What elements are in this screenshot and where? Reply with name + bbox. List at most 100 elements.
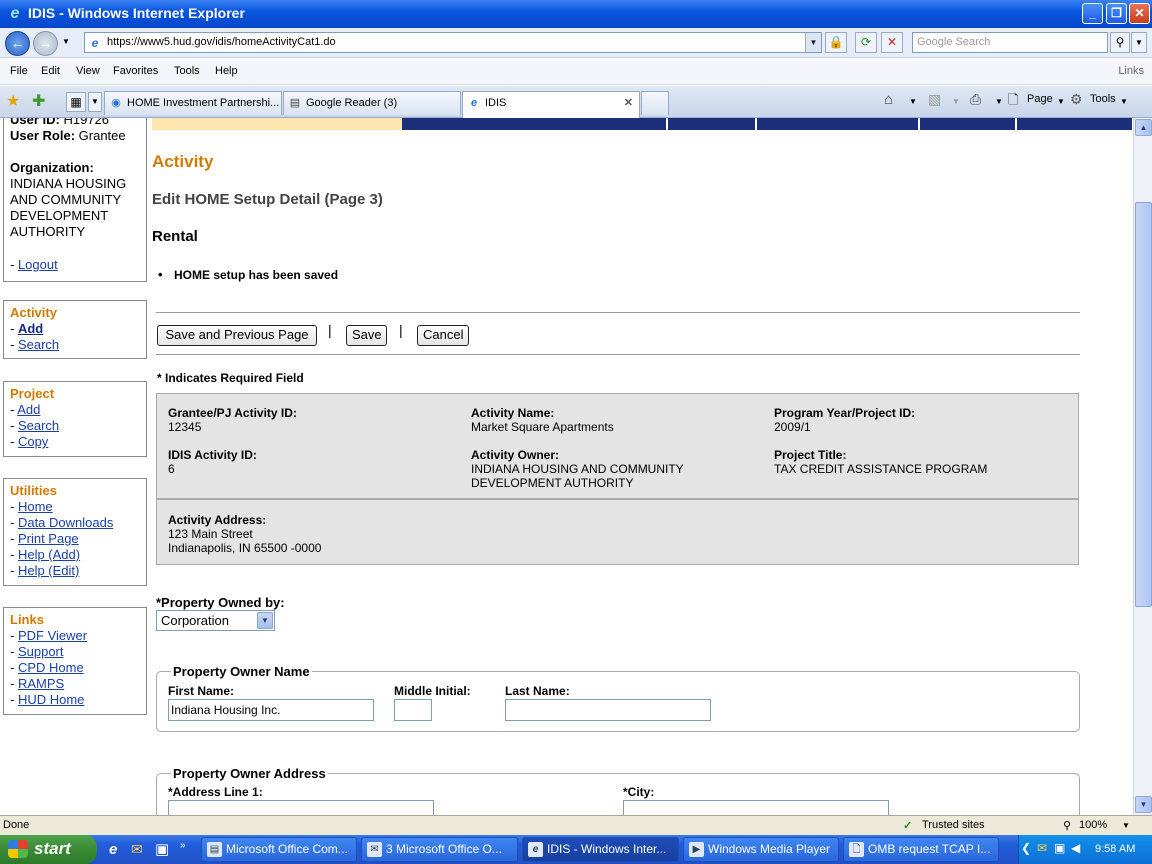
- menu-file[interactable]: File: [10, 65, 28, 77]
- feeds-dropdown-icon[interactable]: ▼: [952, 97, 960, 106]
- save-previous-button[interactable]: Save and Previous Page: [157, 325, 317, 346]
- lock-icon[interactable]: 🔒: [825, 32, 847, 53]
- links-toolbar[interactable]: Links: [1118, 65, 1144, 77]
- sidebar-item-project-search: - Search: [10, 418, 60, 433]
- zoom-dropdown-icon[interactable]: ▼: [1122, 821, 1130, 830]
- page-menu[interactable]: Page: [1027, 93, 1053, 105]
- tray-volume-icon[interactable]: ◀: [1071, 841, 1080, 855]
- project-search-link[interactable]: Search: [18, 418, 59, 433]
- property-owner-address-legend: Property Owner Address: [171, 766, 328, 781]
- tools-menu[interactable]: Tools: [1090, 93, 1116, 105]
- security-zone: Trusted sites: [922, 819, 985, 831]
- help-add-link[interactable]: Help (Add): [18, 547, 80, 562]
- search-options-icon[interactable]: ▼: [1131, 32, 1147, 53]
- user-id-row: User ID: H19726: [10, 118, 140, 128]
- project-copy-link[interactable]: Copy: [18, 434, 48, 449]
- quick-tabs-icon[interactable]: ▦: [66, 92, 86, 112]
- activity-search-link[interactable]: Search: [18, 337, 59, 352]
- project-add-link[interactable]: Add: [17, 402, 40, 417]
- back-button[interactable]: ←: [5, 31, 30, 56]
- help-edit-link[interactable]: Help (Edit): [18, 563, 79, 578]
- search-go-icon[interactable]: ⚲: [1110, 32, 1130, 53]
- cancel-button[interactable]: Cancel: [417, 325, 469, 346]
- menu-edit[interactable]: Edit: [41, 65, 60, 77]
- stop-icon[interactable]: ✕: [881, 32, 903, 53]
- last-name-input[interactable]: [505, 699, 711, 721]
- taskbar-item-idis[interactable]: e IDIS - Windows Inter...: [522, 837, 679, 862]
- activity-add-link[interactable]: Add: [18, 321, 43, 336]
- print-page-link[interactable]: Print Page: [18, 531, 79, 546]
- close-tab-icon[interactable]: ✕: [624, 96, 633, 109]
- address-field[interactable]: e https://www5.hud.gov/idis/homeActivity…: [84, 32, 822, 53]
- taskbar-item-office-group[interactable]: ✉ 3 Microsoft Office O...: [361, 837, 518, 862]
- maximize-button[interactable]: ❐: [1106, 3, 1127, 24]
- scroll-thumb[interactable]: [1135, 202, 1152, 607]
- home-dropdown-icon[interactable]: ▼: [909, 97, 917, 106]
- tray-network-icon[interactable]: ▣: [1054, 841, 1065, 855]
- address-dropdown-icon[interactable]: ▼: [805, 33, 821, 52]
- close-button[interactable]: ✕: [1129, 3, 1150, 24]
- middle-initial-input[interactable]: [394, 699, 432, 721]
- history-dropdown-icon[interactable]: ▼: [62, 37, 70, 46]
- tab-google-reader[interactable]: ▤ Google Reader (3): [283, 91, 461, 115]
- start-button[interactable]: start: [0, 835, 97, 864]
- activity-address-line2: Indianapolis, IN 65500 -0000: [168, 541, 322, 555]
- pdf-viewer-link[interactable]: PDF Viewer: [18, 628, 87, 643]
- top-navigation-bar[interactable]: [152, 118, 1132, 130]
- taskbar-item-media-player[interactable]: ▶ Windows Media Player: [683, 837, 839, 862]
- save-button[interactable]: Save: [346, 325, 387, 346]
- project-section-title: Project: [10, 386, 55, 401]
- taskbar-item-office-com[interactable]: ▤ Microsoft Office Com...: [201, 837, 357, 862]
- city-input[interactable]: [623, 800, 889, 815]
- ie-quicklaunch-icon[interactable]: e: [109, 841, 117, 858]
- tab-home-investment[interactable]: ◉ HOME Investment Partnershi...: [104, 91, 282, 115]
- print-icon[interactable]: ⎙: [970, 91, 981, 108]
- refresh-icon[interactable]: ⟳: [855, 32, 877, 53]
- tab-list-icon[interactable]: ▼: [88, 92, 102, 112]
- hud-home-link[interactable]: HUD Home: [18, 692, 84, 707]
- outlook-icon: ✉: [367, 842, 382, 857]
- tray-expand-icon[interactable]: ❮: [1021, 841, 1031, 855]
- home-link[interactable]: Home: [18, 499, 53, 514]
- minimize-button[interactable]: _: [1082, 3, 1103, 24]
- quicklaunch-expand-icon[interactable]: »: [180, 840, 186, 851]
- tools-dropdown-icon[interactable]: ▼: [1120, 97, 1128, 106]
- sidebar-item-activity-add: - Add: [10, 321, 44, 336]
- user-role-value: Grantee: [78, 128, 126, 143]
- print-dropdown-icon[interactable]: ▼: [995, 97, 1003, 106]
- cpd-home-link[interactable]: CPD Home: [18, 660, 84, 675]
- vertical-scrollbar[interactable]: ▲ ▼: [1133, 118, 1152, 815]
- menu-favorites[interactable]: Favorites: [113, 65, 158, 77]
- menu-view[interactable]: View: [76, 65, 100, 77]
- scroll-up-icon[interactable]: ▲: [1135, 119, 1152, 136]
- active-nav-tab[interactable]: [152, 118, 402, 130]
- zoom-icon: ⚲: [1063, 820, 1072, 832]
- tab-idis[interactable]: e IDIS ✕: [462, 91, 640, 118]
- taskbar-item-omb-request[interactable]: 🗋 OMB request TCAP I...: [843, 837, 999, 862]
- forward-button[interactable]: →: [33, 31, 58, 56]
- scroll-down-icon[interactable]: ▼: [1135, 796, 1152, 813]
- logout-link[interactable]: Logout: [18, 257, 58, 272]
- menu-tools[interactable]: Tools: [174, 65, 200, 77]
- ramps-link[interactable]: RAMPS: [18, 676, 64, 691]
- search-input[interactable]: Google Search: [912, 32, 1108, 53]
- grantee-id-label: Grantee/PJ Activity ID:: [168, 406, 297, 420]
- clock[interactable]: 9:58 AM: [1095, 843, 1135, 855]
- data-downloads-link[interactable]: Data Downloads: [18, 515, 113, 530]
- add-favorites-icon[interactable]: ✚: [32, 91, 45, 111]
- chevron-down-icon[interactable]: ▼: [257, 612, 273, 629]
- new-tab-button[interactable]: [641, 91, 669, 115]
- home-icon[interactable]: ⌂: [884, 91, 893, 108]
- favorites-star-icon[interactable]: ★: [6, 91, 20, 111]
- property-owned-select[interactable]: Corporation ▼: [156, 610, 275, 631]
- outlook-quicklaunch-icon[interactable]: ✉: [131, 841, 143, 858]
- address-line1-input[interactable]: [168, 800, 434, 815]
- zoom-level[interactable]: 100%: [1079, 819, 1107, 831]
- tray-app-icon[interactable]: ✉: [1037, 841, 1047, 855]
- first-name-input[interactable]: Indiana Housing Inc.: [168, 699, 374, 721]
- feeds-icon[interactable]: ▧: [928, 91, 941, 108]
- menu-help[interactable]: Help: [215, 65, 238, 77]
- support-link[interactable]: Support: [18, 644, 64, 659]
- desktop-quicklaunch-icon[interactable]: ▣: [155, 840, 169, 858]
- page-dropdown-icon[interactable]: ▼: [1057, 97, 1065, 106]
